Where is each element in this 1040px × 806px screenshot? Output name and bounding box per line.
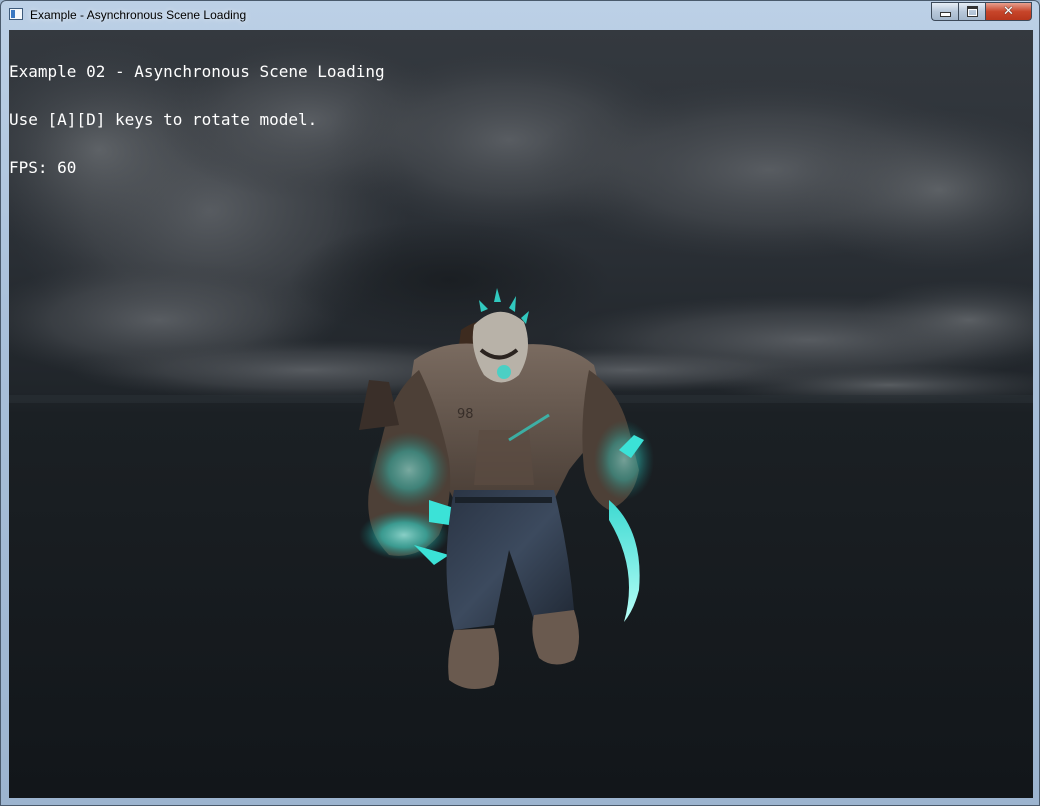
close-button[interactable]: ✕: [985, 2, 1032, 21]
hud-instructions: Use [A][D] keys to rotate model.: [9, 110, 318, 129]
maximize-icon: [966, 6, 978, 17]
debug-hud: Example 02 - Asynchronous Scene Loading …: [9, 32, 385, 208]
window-title: Example - Asynchronous Scene Loading: [30, 8, 247, 22]
hud-title: Example 02 - Asynchronous Scene Loading: [9, 62, 385, 81]
app-window-icon[interactable]: [9, 8, 23, 20]
maximize-button[interactable]: [958, 2, 985, 21]
application-window: Example - Asynchronous Scene Loading ✕ 9…: [0, 0, 1040, 806]
hud-fps: FPS: 60: [9, 158, 77, 177]
close-icon: ✕: [1003, 4, 1014, 19]
minimize-button[interactable]: [931, 2, 958, 21]
title-bar[interactable]: Example - Asynchronous Scene Loading ✕: [1, 1, 1039, 30]
render-viewport[interactable]: 98 Example 02 - Asynchronous Scene Loadi…: [9, 30, 1033, 798]
caption-buttons: ✕: [931, 2, 1032, 21]
chest-text: 98: [457, 407, 474, 422]
minimize-icon: [939, 12, 951, 17]
